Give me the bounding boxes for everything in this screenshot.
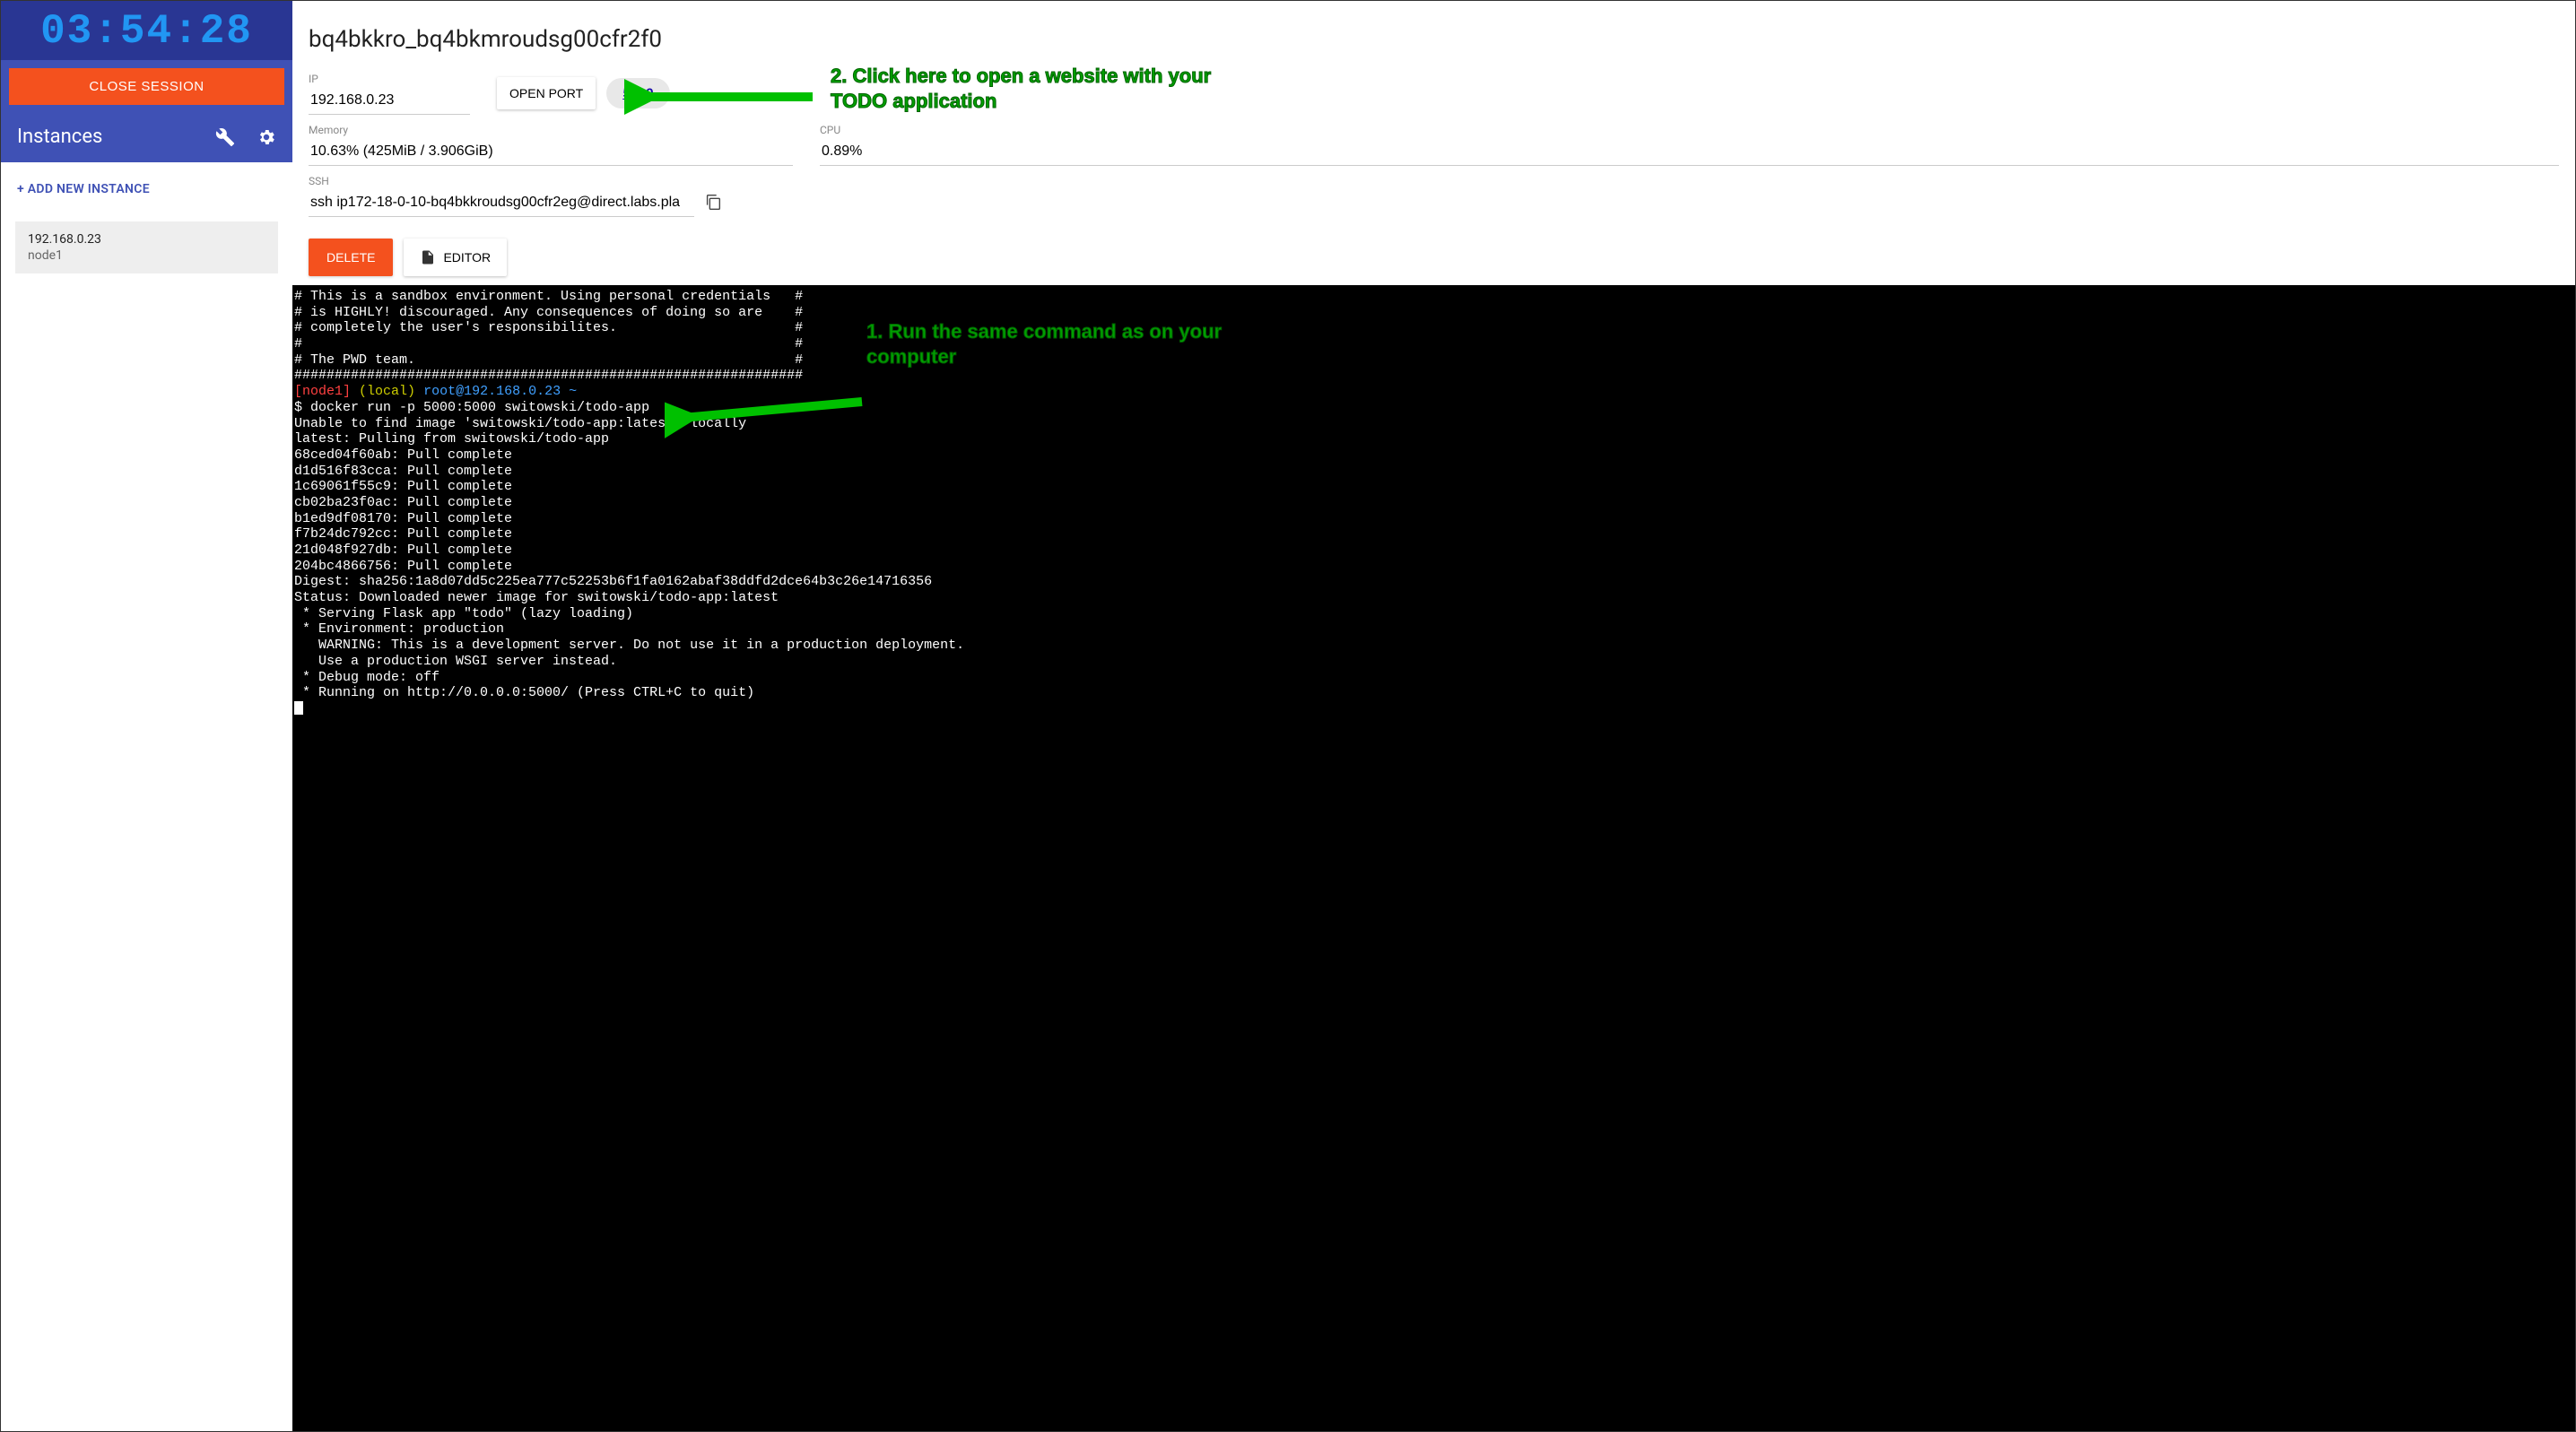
ssh-label: SSH	[309, 175, 694, 187]
session-timer: 03:54:28	[1, 1, 292, 60]
annotation-text-2: 2. Click here to open a website with you…	[831, 64, 1243, 113]
terminal[interactable]: # This is a sandbox environment. Using p…	[292, 285, 2575, 1431]
file-icon	[420, 249, 436, 265]
copy-icon[interactable]	[703, 192, 723, 212]
main-panel: bq4bkkro_bq4bkmroudsg00cfr2f0 IP OPEN PO…	[292, 1, 2575, 1431]
editor-button[interactable]: EDITOR	[404, 239, 507, 276]
ip-input[interactable]	[309, 89, 470, 115]
instance-card[interactable]: 192.168.0.23 node1	[15, 221, 278, 273]
instance-title: bq4bkkro_bq4bkmroudsg00cfr2f0	[309, 26, 2559, 53]
cpu-value	[820, 140, 2559, 166]
instance-name: node1	[28, 248, 265, 263]
memory-value	[309, 140, 793, 166]
instances-heading: Instances	[17, 126, 194, 148]
close-session-button[interactable]: CLOSE SESSION	[9, 68, 284, 105]
annotation-arrow-2	[624, 65, 822, 128]
delete-button[interactable]: DELETE	[309, 239, 393, 276]
annotation-arrow-1	[665, 391, 871, 445]
sidebar: 03:54:28 CLOSE SESSION Instances + ADD N…	[1, 1, 292, 1431]
cpu-label: CPU	[820, 124, 2559, 136]
annotation-text-1: 1. Run the same command as on your compu…	[866, 319, 1225, 369]
instance-ip: 192.168.0.23	[28, 232, 265, 247]
ssh-value[interactable]	[309, 191, 694, 217]
add-instance-button[interactable]: + ADD NEW INSTANCE	[1, 162, 292, 216]
wrench-icon[interactable]	[215, 127, 235, 147]
ip-label: IP	[309, 73, 470, 85]
gear-icon[interactable]	[257, 127, 276, 147]
open-port-button[interactable]: OPEN PORT	[497, 77, 596, 109]
